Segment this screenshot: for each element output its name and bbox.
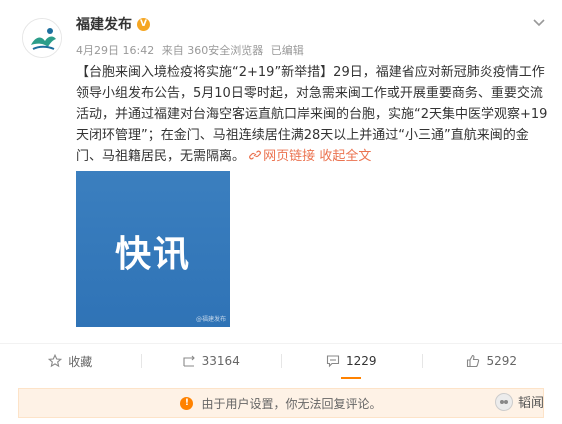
chevron-down-icon[interactable]: [532, 16, 546, 30]
web-link-label: 网页链接: [263, 149, 316, 164]
favorite-button[interactable]: 收藏: [0, 344, 141, 378]
notice-text: 由于用户设置，你无法回复评论。: [201, 396, 382, 411]
author-row: 福建发布 V: [76, 14, 150, 34]
author-name[interactable]: 福建发布: [76, 14, 132, 34]
repost-count: 33164: [201, 354, 240, 368]
comment-button[interactable]: 1229: [281, 344, 422, 379]
like-count: 5292: [486, 354, 518, 368]
comment-disabled-notice: ! 由于用户设置，你无法回复评论。: [18, 388, 544, 418]
weibo-post: 福建发布 V 4月29日 16:42 来自 360安全浏览器 已编辑 【台胞来闽…: [0, 0, 562, 424]
collapse-full-text-link[interactable]: 收起全文: [319, 149, 371, 164]
post-content: 【台胞来闽入境检疫将实施“2+19”新举措】29日，福建省应对新冠肺炎疫情工作领…: [76, 62, 552, 167]
fujian-logo-icon: [23, 19, 61, 57]
post-meta: 4月29日 16:42 来自 360安全浏览器 已编辑: [76, 42, 308, 58]
active-tab-indicator: [341, 377, 362, 379]
post-edited-label[interactable]: 已编辑: [271, 44, 304, 57]
verified-badge-icon: V: [137, 17, 150, 31]
post-source: 来自 360安全浏览器: [161, 44, 264, 57]
post-time[interactable]: 4月29日 16:42: [76, 44, 154, 57]
repost-button[interactable]: 33164: [140, 344, 282, 378]
watermark-text: 韬闻: [517, 396, 544, 411]
link-icon: [249, 150, 262, 160]
comment-icon: [326, 355, 340, 368]
thumbs-up-icon: [467, 354, 480, 368]
wechat-icon: [494, 392, 513, 411]
comment-count: 1229: [345, 354, 377, 368]
star-icon: [48, 354, 63, 368]
post-image[interactable]: 快讯 @福建发布: [76, 171, 230, 327]
favorite-label: 收藏: [68, 354, 93, 369]
post-image-title: 快讯: [114, 234, 191, 275]
source-watermark: 韬闻: [494, 392, 544, 411]
repost-icon: [183, 355, 195, 367]
author-avatar[interactable]: [22, 18, 62, 58]
web-link[interactable]: 网页链接: [249, 149, 319, 164]
post-actions: 收藏 33164 1229 5292: [0, 344, 562, 379]
alert-icon: !: [180, 396, 194, 410]
post-image-watermark: @福建发布: [195, 316, 226, 323]
like-button[interactable]: 5292: [421, 344, 562, 378]
